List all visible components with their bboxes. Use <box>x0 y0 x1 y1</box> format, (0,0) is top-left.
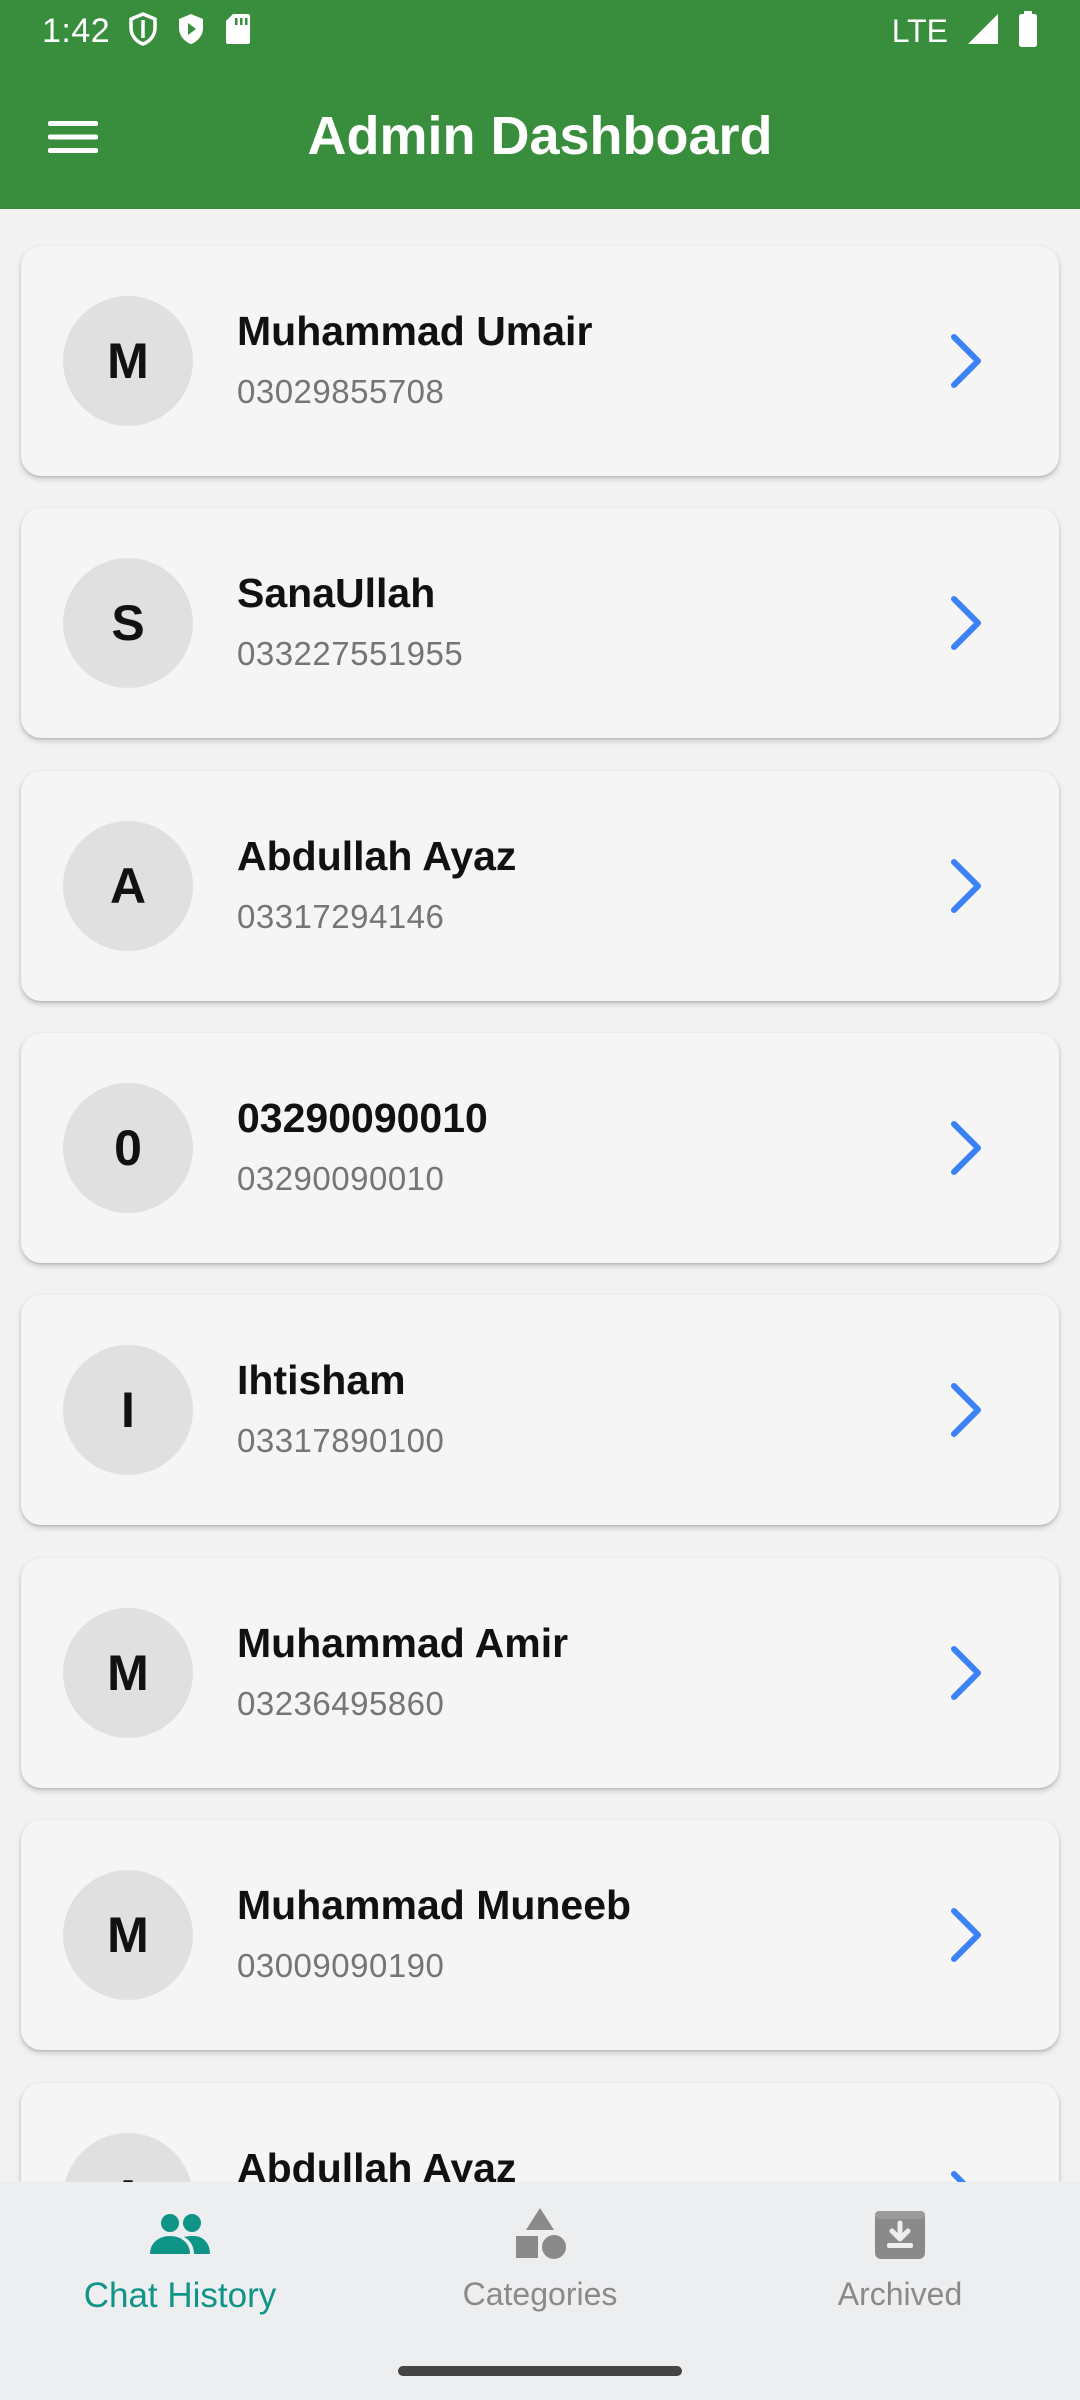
chevron-right-icon[interactable] <box>931 2163 1001 2182</box>
avatar: 0 <box>63 1083 193 1213</box>
chevron-right-icon[interactable] <box>931 588 1001 658</box>
contact-name: Abdullah Ayaz <box>237 2145 517 2182</box>
archive-icon <box>868 2202 932 2266</box>
chevron-right-icon[interactable] <box>931 1900 1001 1970</box>
battery-icon <box>1018 10 1038 52</box>
tab-label: Archived <box>837 2276 963 2312</box>
contact-phone: 03317890100 <box>237 1422 445 1459</box>
chevron-right-icon[interactable] <box>931 1638 1001 1708</box>
contact-phone: 03236495860 <box>237 1685 445 1722</box>
avatar: M <box>63 1870 193 2000</box>
home-indicator[interactable] <box>398 2366 682 2376</box>
contact-name: Ihtisham <box>237 1357 406 1403</box>
avatar: M <box>63 1608 193 1738</box>
list-item[interactable]: M Muhammad Muneeb 03009090190 <box>21 1820 1059 2050</box>
avatar: M <box>63 296 193 426</box>
tab-categories[interactable]: Categories <box>360 2202 720 2342</box>
contact-name: Muhammad Muneeb <box>237 1882 632 1928</box>
list-item[interactable]: A Abdullah Ayaz <box>21 2083 1059 2182</box>
contact-name: 03290090010 <box>237 1095 488 1141</box>
contact-phone: 033227551955 <box>237 635 464 672</box>
contact-phone: 03290090010 <box>237 1160 445 1197</box>
contact-name: Muhammad Umair <box>237 308 593 354</box>
list-item[interactable]: S SanaUllah 033227551955 <box>21 508 1059 738</box>
contact-name: SanaUllah <box>237 570 436 616</box>
avatar: S <box>63 558 193 688</box>
play-protect-icon <box>176 12 206 51</box>
tab-label: Categories <box>462 2276 618 2312</box>
hamburger-menu-icon[interactable] <box>33 102 113 172</box>
list-item[interactable]: 0 03290090010 03290090010 <box>21 1033 1059 1263</box>
tab-archived[interactable]: Archived <box>720 2202 1080 2342</box>
signal-icon <box>966 12 1000 51</box>
avatar: A <box>63 821 193 951</box>
list-item[interactable]: M Muhammad Umair 03029855708 <box>21 246 1059 476</box>
top-bar: 1:42 LTE Admin Dashboard <box>0 0 1080 209</box>
chevron-right-icon[interactable] <box>931 1375 1001 1445</box>
contact-phone: 03029855708 <box>237 373 445 410</box>
app-bar: Admin Dashboard <box>0 62 1080 209</box>
tab-label: Chat History <box>83 2276 277 2315</box>
page-title: Admin Dashboard <box>307 105 773 166</box>
chat-list[interactable]: M Muhammad Umair 03029855708 S SanaUllah… <box>0 209 1080 2182</box>
shapes-icon <box>508 2202 572 2266</box>
shield-icon <box>128 11 158 51</box>
chevron-right-icon[interactable] <box>931 851 1001 921</box>
status-bar: 1:42 LTE <box>0 0 1080 62</box>
status-time: 1:42 <box>42 11 111 50</box>
contact-phone: 03009090190 <box>237 1947 445 1984</box>
people-icon <box>148 2202 212 2266</box>
contact-name: Abdullah Ayaz <box>237 833 517 879</box>
avatar: A <box>63 2133 193 2182</box>
list-item[interactable]: A Abdullah Ayaz 03317294146 <box>21 771 1059 1001</box>
avatar: I <box>63 1345 193 1475</box>
tab-chat-history[interactable]: Chat History <box>0 2202 360 2342</box>
sd-card-icon <box>224 12 252 51</box>
chevron-right-icon[interactable] <box>931 1113 1001 1183</box>
list-item[interactable]: I Ihtisham 03317890100 <box>21 1295 1059 1525</box>
contact-phone: 03317294146 <box>237 898 445 935</box>
network-type: LTE <box>891 12 948 49</box>
chevron-right-icon[interactable] <box>931 326 1001 396</box>
list-item[interactable]: M Muhammad Amir 03236495860 <box>21 1558 1059 1788</box>
contact-name: Muhammad Amir <box>237 1620 569 1666</box>
